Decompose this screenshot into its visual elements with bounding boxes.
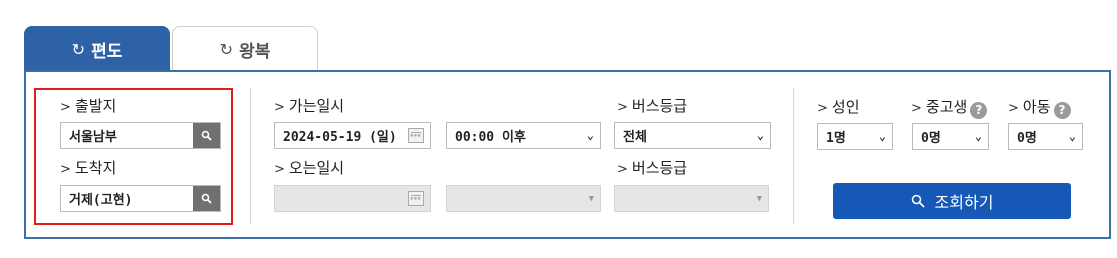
help-icon[interactable]: ?	[970, 102, 988, 119]
tab-one-way-label: 편도	[91, 41, 123, 62]
child-count-value: 0명	[1017, 131, 1037, 146]
arrival-label: > 도착지	[60, 159, 117, 177]
chevron-down-icon: ⌄	[878, 129, 886, 143]
search-icon[interactable]	[193, 123, 220, 148]
tab-round-trip-label: 왕복	[239, 41, 271, 62]
departure-input[interactable]: 서울남부	[60, 122, 221, 149]
go-time-select[interactable]: 00:00 이후 ⌄	[446, 122, 601, 149]
chevron-down-icon: ⌄	[1068, 129, 1076, 143]
bus-grade-label: > 버스등급	[617, 97, 688, 115]
child-label: > 아동?	[1008, 96, 1071, 119]
arrival-value: 거제(고현)	[69, 193, 133, 208]
child-count-select[interactable]: 0명 ⌄	[1008, 123, 1083, 150]
departure-label: > 출발지	[60, 97, 117, 115]
go-datetime-label: > 가는일시	[274, 97, 345, 115]
triangle-down-icon: ▼	[588, 194, 594, 204]
return-bus-grade-select[interactable]: ▼	[614, 185, 769, 212]
divider	[250, 88, 251, 224]
tab-one-way[interactable]: ↻ 편도	[24, 26, 170, 72]
divider	[793, 88, 794, 224]
go-time-value: 00:00 이후	[455, 130, 526, 145]
adult-count-value: 1명	[826, 131, 846, 146]
bus-grade-select[interactable]: 전체 ⌄	[614, 122, 771, 149]
teen-count-select[interactable]: 0명 ⌄	[912, 123, 989, 150]
refresh-icon: ↻	[219, 39, 234, 59]
go-date-value: 2024-05-19 (일)	[283, 130, 397, 145]
arrival-input[interactable]: 거제(고현)	[60, 185, 221, 212]
search-icon	[911, 194, 925, 208]
adult-label: > 성인	[817, 98, 860, 116]
adult-count-select[interactable]: 1명 ⌄	[817, 123, 893, 150]
chevron-down-icon: ⌄	[756, 128, 764, 142]
return-date-input[interactable]	[274, 185, 431, 212]
return-bus-grade-label: > 버스등급	[617, 159, 688, 177]
teen-label: > 중고생?	[911, 96, 988, 119]
refresh-icon: ↻	[71, 39, 86, 59]
bus-grade-value: 전체	[623, 130, 647, 145]
return-time-select[interactable]: ▼	[446, 185, 601, 212]
calendar-icon[interactable]	[408, 128, 424, 143]
calendar-icon[interactable]	[408, 191, 424, 206]
tab-round-trip[interactable]: ↻ 왕복	[172, 26, 318, 71]
search-button[interactable]: 조회하기	[833, 183, 1071, 219]
search-button-label: 조회하기	[934, 193, 994, 212]
departure-value: 서울남부	[69, 130, 117, 145]
return-datetime-label: > 오는일시	[274, 159, 345, 177]
help-icon[interactable]: ?	[1053, 102, 1071, 119]
search-icon[interactable]	[193, 186, 220, 211]
triangle-down-icon: ▼	[756, 194, 762, 204]
chevron-down-icon: ⌄	[586, 128, 594, 142]
teen-count-value: 0명	[921, 131, 941, 146]
chevron-down-icon: ⌄	[974, 129, 982, 143]
go-date-input[interactable]: 2024-05-19 (일)	[274, 122, 431, 149]
